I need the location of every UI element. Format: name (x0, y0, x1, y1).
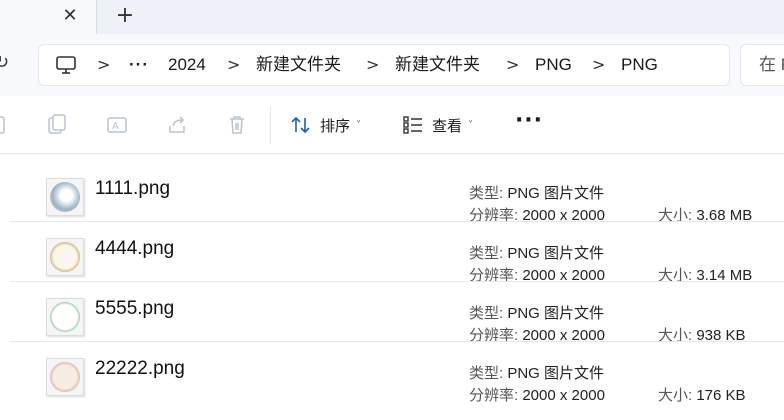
file-type: 类型: PNG 图片文件 (469, 185, 605, 202)
breadcrumb-2024[interactable]: 2024 (168, 45, 206, 85)
sort-button[interactable]: 排序 ˅ (290, 106, 361, 144)
breadcrumb-separator-icon[interactable]: > (97, 45, 110, 85)
file-row[interactable]: 5555.png 类型: PNG 图片文件 分辨率: 2000 x 2000 大… (0, 282, 784, 344)
file-thumbnail (46, 298, 84, 336)
sort-label: 排序 (320, 117, 351, 135)
chevron-down-icon: ˅ (468, 119, 474, 131)
file-resolution: 分辨率: 2000 x 2000 (469, 387, 605, 404)
share-icon[interactable] (166, 114, 188, 136)
delete-icon[interactable] (226, 114, 248, 136)
more-options-icon[interactable]: ··· (514, 110, 544, 138)
search-input[interactable]: 在 P (740, 44, 784, 86)
breadcrumb-separator-icon[interactable]: > (592, 45, 605, 85)
file-list: 1111.png 类型: PNG 图片文件 分辨率: 2000 x 2000 大… (0, 154, 784, 420)
active-tab[interactable]: ✕ (0, 0, 97, 34)
file-thumbnail (46, 238, 84, 276)
tab-strip: ✕ + (0, 0, 784, 34)
file-name: 5555.png (95, 298, 175, 319)
breadcrumb-separator-icon[interactable]: > (227, 45, 240, 85)
breadcrumb-png-1[interactable]: PNG (535, 45, 572, 85)
view-label: 查看 (432, 117, 463, 135)
address-row: ↻ > ··· 2024 > 新建文件夹 > 新建文件夹 > PNG > PNG… (0, 34, 784, 96)
file-type: 类型: PNG 图片文件 (469, 365, 605, 382)
file-row[interactable]: 4444.png 类型: PNG 图片文件 分辨率: 2000 x 2000 大… (0, 222, 784, 284)
file-row[interactable]: 22222.png 类型: PNG 图片文件 分辨率: 2000 x 2000 … (0, 342, 784, 404)
thumbnail-image (50, 242, 80, 272)
breadcrumb-overflow[interactable]: ··· (129, 45, 149, 85)
file-thumbnail (46, 178, 84, 216)
address-bar[interactable]: > ··· 2024 > 新建文件夹 > 新建文件夹 > PNG > PNG (38, 44, 730, 86)
file-name: 22222.png (95, 358, 185, 379)
refresh-icon[interactable]: ↻ (0, 52, 10, 73)
file-thumbnail (46, 358, 84, 396)
file-row[interactable]: 1111.png 类型: PNG 图片文件 分辨率: 2000 x 2000 大… (0, 162, 784, 224)
copy-icon[interactable] (46, 114, 68, 136)
this-pc-icon[interactable] (55, 55, 77, 75)
file-name: 1111.png (95, 178, 171, 199)
thumbnail-image (50, 302, 80, 332)
file-size: 大小: 176 KB (658, 387, 746, 404)
breadcrumb-png-2[interactable]: PNG (621, 45, 658, 85)
view-button[interactable]: 查看 ˅ (402, 106, 473, 144)
file-name: 4444.png (95, 238, 175, 259)
close-tab-icon[interactable]: ✕ (60, 6, 80, 26)
breadcrumb-separator-icon[interactable]: > (366, 45, 379, 85)
search-placeholder: 在 P (759, 55, 784, 74)
rename-icon[interactable]: A (106, 114, 128, 136)
breadcrumb-folder-1[interactable]: 新建文件夹 (256, 45, 341, 85)
chevron-down-icon: ˅ (356, 119, 362, 131)
toolbar-divider (270, 106, 271, 144)
thumbnail-image (50, 182, 80, 212)
file-type: 类型: PNG 图片文件 (469, 245, 605, 262)
thumbnail-image (50, 362, 80, 392)
new-tab-icon[interactable]: + (115, 5, 135, 27)
sort-icon (291, 116, 310, 134)
breadcrumb-folder-2[interactable]: 新建文件夹 (395, 45, 480, 85)
svg-text:A: A (112, 121, 119, 132)
cut-icon[interactable] (0, 114, 10, 136)
command-bar: A 排序 ˅ 查看 ˅ ··· (0, 96, 784, 154)
breadcrumb-separator-icon[interactable]: > (506, 45, 519, 85)
view-list-icon (403, 116, 422, 134)
file-type: 类型: PNG 图片文件 (469, 305, 605, 322)
